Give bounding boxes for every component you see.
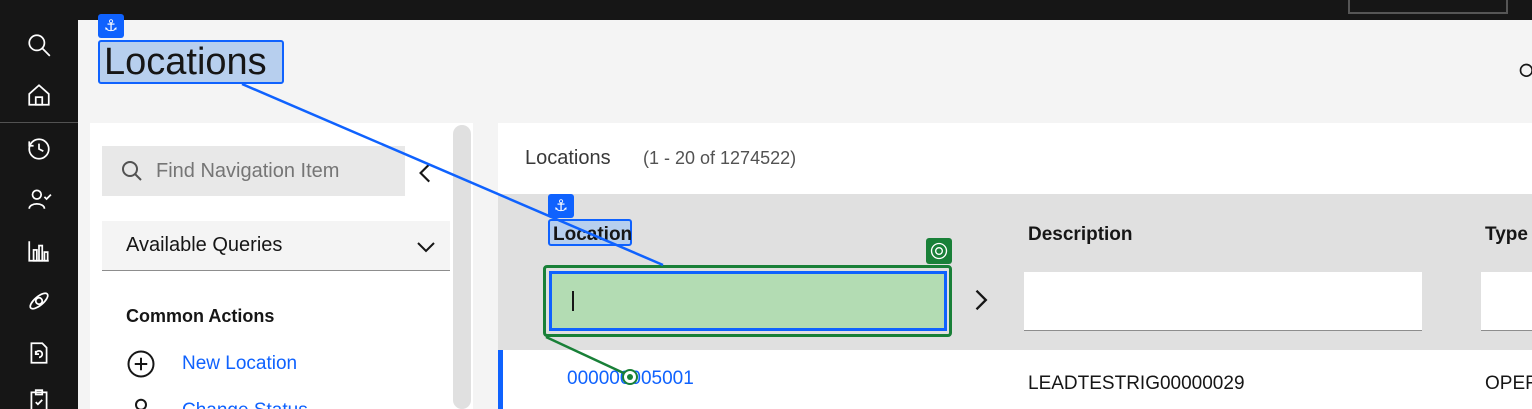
chevron-down-icon: [414, 235, 438, 259]
side-rail: [0, 20, 78, 409]
type-cell: OPER: [1485, 373, 1532, 394]
new-location-action[interactable]: New Location: [126, 349, 297, 379]
description-filter-input[interactable]: [1024, 272, 1422, 331]
change-status-action[interactable]: Change Status: [126, 396, 308, 409]
find-navigation-search[interactable]: [102, 146, 405, 196]
search-icon[interactable]: [0, 20, 78, 70]
type-filter-input[interactable]: [1481, 272, 1532, 331]
anchor-icon: ⚓: [548, 194, 574, 218]
available-queries-dropdown[interactable]: Available Queries: [102, 221, 450, 271]
description-cell: LEADTESTRIG00000029: [1028, 373, 1245, 394]
search-icon: [120, 159, 144, 183]
anchor-icon: ⚓: [98, 14, 124, 38]
clipboard-icon[interactable]: [0, 376, 78, 409]
person-icon: [126, 396, 156, 409]
location-filter-input[interactable]: [549, 271, 947, 331]
satellite-icon[interactable]: [0, 276, 78, 326]
column-header-type[interactable]: Type: [1485, 224, 1528, 246]
chevron-right-icon[interactable]: [966, 286, 994, 314]
add-circle-icon: [126, 349, 156, 379]
top-bar: [0, 0, 1532, 20]
user-check-icon[interactable]: [0, 174, 78, 224]
sidebar-scrollbar[interactable]: [453, 125, 471, 409]
rail-divider: [0, 122, 78, 123]
record-count: (1 - 20 of 1274522): [643, 148, 797, 168]
chart-icon[interactable]: [0, 226, 78, 276]
common-actions-heading: Common Actions: [126, 306, 275, 326]
table-title: Locations: [525, 147, 611, 169]
column-header-description[interactable]: Description: [1028, 224, 1133, 246]
new-location-link[interactable]: New Location: [182, 353, 297, 375]
column-header-location[interactable]: Location: [553, 224, 632, 246]
page-title: Locations: [104, 41, 267, 83]
change-status-link[interactable]: Change Status: [182, 400, 308, 409]
history-icon[interactable]: [0, 124, 78, 174]
available-queries-label: Available Queries: [126, 234, 283, 256]
top-bar-field[interactable]: [1348, 0, 1508, 14]
text-cursor: [572, 291, 574, 311]
target-icon: [926, 238, 952, 264]
sync-document-icon[interactable]: [0, 328, 78, 378]
location-cell-link[interactable]: 000000005001: [567, 368, 694, 390]
search-icon[interactable]: [1518, 62, 1532, 82]
row-selection-marker: [498, 350, 503, 409]
home-icon[interactable]: [0, 70, 78, 120]
find-navigation-input[interactable]: [156, 159, 386, 183]
chevron-left-icon[interactable]: [413, 160, 439, 186]
